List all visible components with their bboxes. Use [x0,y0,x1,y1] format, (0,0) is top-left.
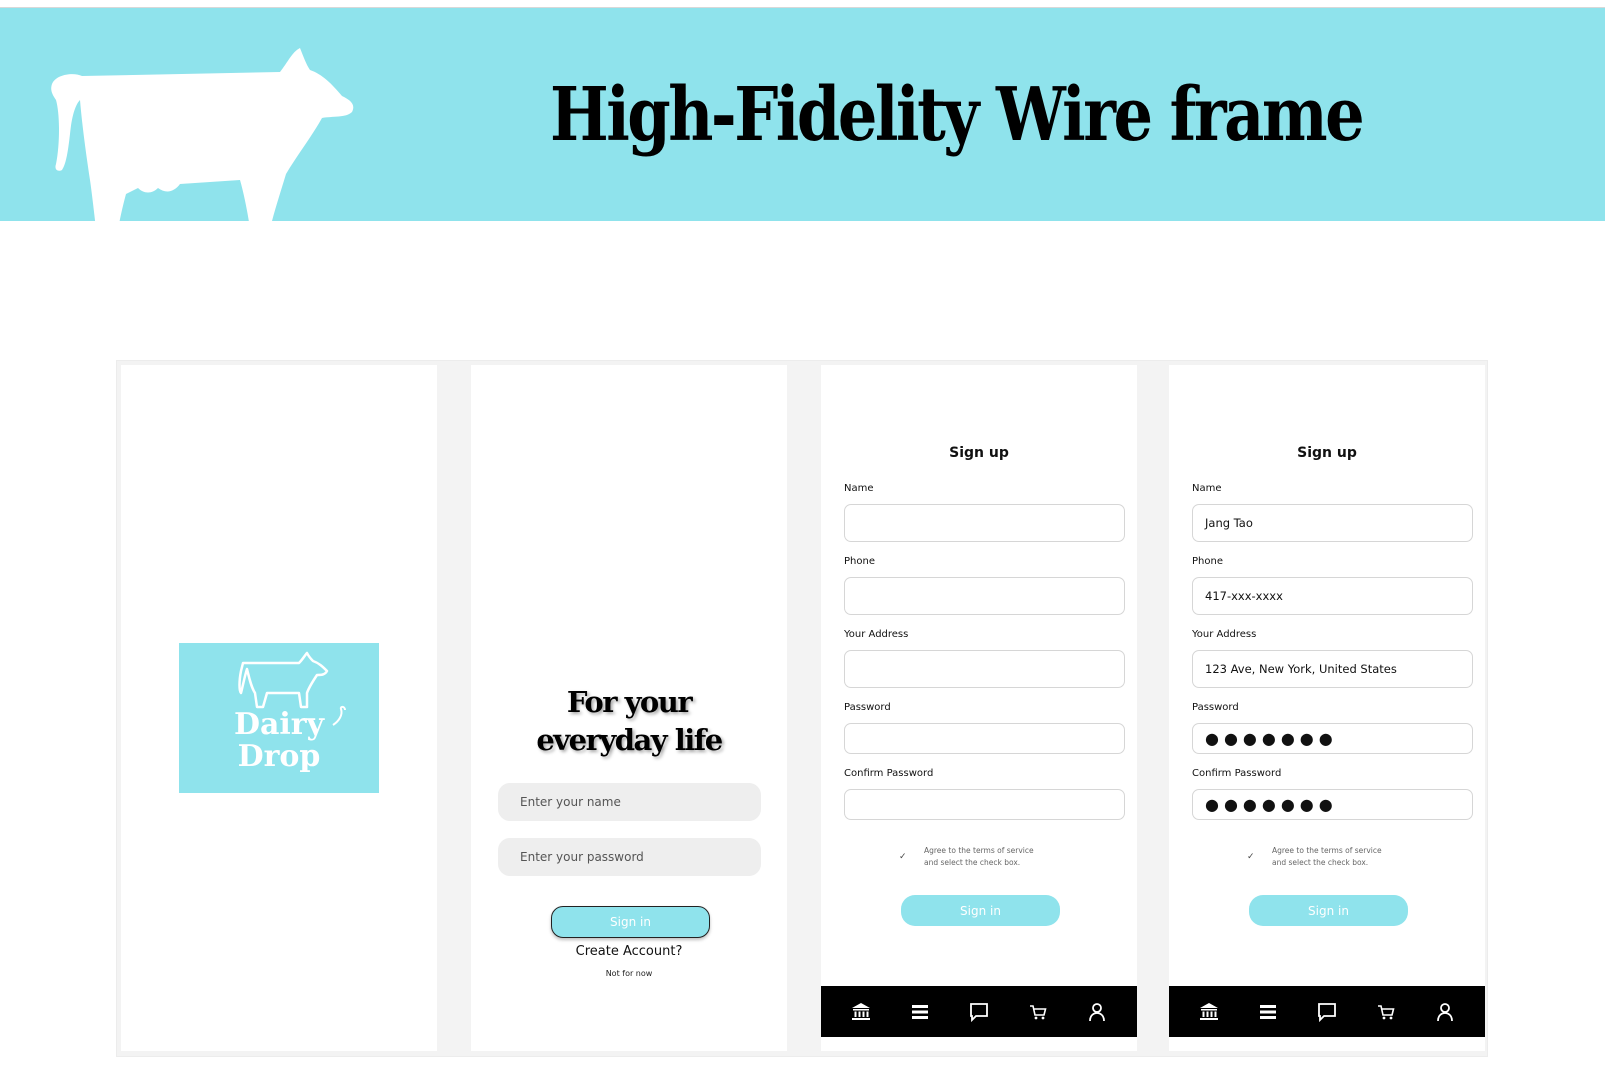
tagline: For your everyday life [471,683,787,759]
bank-icon[interactable] [850,1001,872,1023]
confirm-password-field[interactable]: ●●●●●●● [1192,789,1473,820]
terms-line-2: and select the check box. [1272,858,1369,867]
terms-text: Agree to the terms of service and select… [924,845,1054,869]
chat-icon[interactable] [968,1001,990,1023]
phone-label: Phone [844,556,875,567]
name-label: Name [1192,483,1222,494]
signup-empty-screen: Sign up Name Phone Your Address Password… [821,365,1137,1051]
address-label: Your Address [1192,629,1257,640]
bottom-nav-bar [1169,986,1485,1037]
signup-title: Sign up [1297,445,1357,461]
address-field[interactable]: 123 Ave, New York, United States [1192,650,1473,688]
tagline-line-2: everyday life [536,723,723,757]
terms-checkbox[interactable]: ✓ [899,851,907,862]
name-field[interactable] [844,504,1125,542]
bank-icon[interactable] [1198,1001,1220,1023]
password-label: Password [1192,702,1239,713]
password-label: Password [844,702,891,713]
cart-icon[interactable] [1027,1001,1049,1023]
create-account-link[interactable]: Create Account? [471,944,787,959]
terms-line-2: and select the check box. [924,858,1021,867]
phone-label: Phone [1192,556,1223,567]
address-label: Your Address [844,629,909,640]
name-input[interactable]: Enter your name [498,783,761,821]
address-field[interactable] [844,650,1125,688]
not-now-link[interactable]: Not for now [471,969,787,978]
name-field[interactable]: Jang Tao [1192,504,1473,542]
signup-filled-screen: Sign up Name Jang Tao Phone 417-xxx-xxxx… [1169,365,1485,1051]
password-field[interactable] [844,723,1125,754]
terms-line-1: Agree to the terms of service [1272,846,1382,855]
confirm-password-field[interactable] [844,789,1125,820]
top-rule [0,0,1605,8]
tagline-line-1: For your [566,685,693,719]
terms-checkbox[interactable]: ✓ [1247,851,1255,862]
phone-field[interactable]: 417-xxx-xxxx [1192,577,1473,615]
splash-screen: Dairy Drop [121,365,437,1051]
page-title: High-Fidelity Wire frame [550,72,1365,158]
bottom-nav-bar [821,986,1137,1037]
sign-in-button[interactable]: Sign in [901,895,1060,926]
confirm-password-label: Confirm Password [844,768,934,779]
logo-line-dairy: Dairy [233,707,325,742]
chat-icon[interactable] [1316,1001,1338,1023]
sign-in-button[interactable]: Sign in [1249,895,1408,926]
terms-line-1: Agree to the terms of service [924,846,1034,855]
name-label: Name [844,483,874,494]
dairy-drop-logo: Dairy Drop [179,643,379,793]
confirm-password-label: Confirm Password [1192,768,1282,779]
user-icon[interactable] [1086,1001,1108,1023]
cow-silhouette-icon [51,48,354,221]
wireframe-board: Dairy Drop For your everyday life Enter … [116,360,1488,1057]
menu-icon[interactable] [909,1001,931,1023]
password-field[interactable]: ●●●●●●● [1192,723,1473,754]
menu-icon[interactable] [1257,1001,1279,1023]
terms-text: Agree to the terms of service and select… [1272,845,1402,869]
banner: High-Fidelity Wire frame [0,8,1605,221]
cow-outline-icon [238,651,329,709]
signup-title: Sign up [949,445,1009,461]
user-icon[interactable] [1434,1001,1456,1023]
logo-line-drop: Drop [237,739,321,774]
phone-field[interactable] [844,577,1125,615]
password-input[interactable]: Enter your password [498,838,761,876]
cart-icon[interactable] [1375,1001,1397,1023]
sign-in-button[interactable]: Sign in [551,906,710,938]
login-screen: For your everyday life Enter your name E… [471,365,787,1051]
